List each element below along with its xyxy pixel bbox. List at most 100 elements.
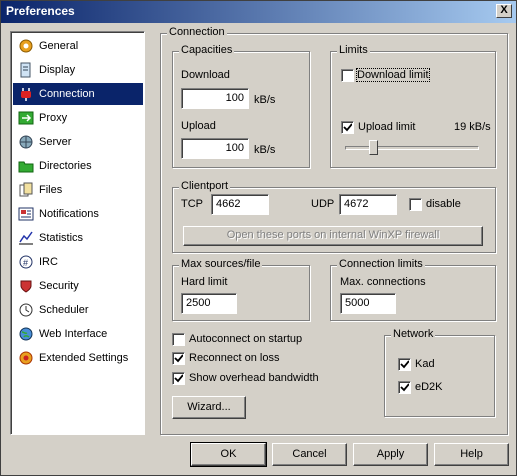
sidebar-item-label: Extended Settings [39,352,129,364]
files-icon [17,182,35,198]
upload-limit-slider-thumb[interactable] [368,140,378,155]
checkmark-icon [174,354,183,363]
disable-udp-checkbox[interactable] [409,198,422,211]
max-connections-label: Max. connections [340,276,426,288]
gear-icon [17,38,35,54]
sidebar-item-files[interactable]: Files [13,179,143,201]
overhead-bandwidth-label[interactable]: Show overhead bandwidth [189,372,319,384]
sidebar-item-label: Security [39,280,79,292]
download-limit-checkbox[interactable] [341,69,354,82]
sidebar-item-web-interface[interactable]: Web Interface [13,323,143,345]
svg-text:#: # [23,258,28,268]
sidebar-item-scheduler[interactable]: Scheduler [13,299,143,321]
ed2k-checkbox[interactable] [398,381,411,394]
connection-group-title: Connection [167,26,227,38]
kad-checkbox[interactable] [398,358,411,371]
cancel-button[interactable]: Cancel [272,443,347,466]
security-icon [17,278,35,294]
reconnect-label[interactable]: Reconnect on loss [189,352,280,364]
download-label: Download [181,69,230,81]
sidebar-item-server[interactable]: Server [13,131,143,153]
network-title: Network [391,328,436,340]
sidebar: General Display Connection Proxy Server [10,31,145,435]
udp-port-input[interactable]: 4672 [339,194,397,215]
checkmark-icon [343,123,352,132]
connection-limits-title: Connection limits [337,258,425,270]
disable-udp-label[interactable]: disable [426,198,461,210]
hard-limit-input[interactable]: 2500 [181,293,237,314]
globe-icon [17,326,35,342]
tcp-port-input[interactable]: 4662 [211,194,269,215]
irc-icon: # [17,254,35,270]
open-firewall-ports-button[interactable]: Open these ports on internal WinXP firew… [183,226,483,246]
hard-limit-label: Hard limit [181,276,228,288]
sidebar-item-security[interactable]: Security [13,275,143,297]
window-title: Preferences [6,4,75,18]
sidebar-item-label: Directories [39,160,92,172]
sidebar-item-label: IRC [39,256,58,268]
folder-icon [17,158,35,174]
upload-limit-slider-track[interactable] [345,146,479,150]
sidebar-item-display[interactable]: Display [13,59,143,81]
sidebar-item-connection[interactable]: Connection [13,83,143,105]
download-capacity-input[interactable]: 100 [181,88,249,109]
max-sources-title: Max sources/file [179,258,263,270]
sidebar-item-label: Connection [39,88,95,100]
sidebar-item-label: Scheduler [39,304,89,316]
udp-label: UDP [311,198,335,210]
clientport-title: Clientport [179,180,231,192]
notification-icon [17,206,35,222]
sidebar-item-label: Web Interface [39,328,108,340]
checkmark-icon [174,374,183,383]
kad-label[interactable]: Kad [415,358,435,370]
help-button[interactable]: Help [434,443,509,466]
proxy-icon [17,110,35,126]
sidebar-item-label: Server [39,136,72,148]
upload-limit-checkbox[interactable] [341,121,354,134]
sidebar-item-label: Display [39,64,76,76]
statistics-icon [17,230,35,246]
sidebar-item-general[interactable]: General [13,35,143,57]
sidebar-item-statistics[interactable]: Statistics [13,227,143,249]
sidebar-item-proxy[interactable]: Proxy [13,107,143,129]
clock-icon [17,302,35,318]
reconnect-checkbox[interactable] [172,352,185,365]
sidebar-item-label: Proxy [39,112,68,124]
sidebar-item-directories[interactable]: Directories [13,155,143,177]
ok-button[interactable]: OK [190,442,267,467]
sidebar-item-label: Statistics [39,232,84,244]
ed2k-label[interactable]: eD2K [415,381,443,393]
preferences-window: Preferences X General Display Connection [0,0,517,476]
display-icon [17,62,35,78]
server-icon [17,134,35,150]
download-unit: kB/s [254,94,276,106]
sidebar-item-label: Notifications [39,208,99,220]
network-group: Network [384,328,495,417]
limits-title: Limits [337,44,370,56]
close-button[interactable]: X [496,4,512,18]
upload-limit-label[interactable]: Upload limit [358,121,415,133]
download-limit-label[interactable]: Download limit [356,68,430,82]
tcp-label: TCP [181,198,203,210]
checkmark-icon [400,360,409,369]
sidebar-item-label: General [39,40,79,52]
autoconnect-label[interactable]: Autoconnect on startup [189,333,302,345]
sidebar-item-extended-settings[interactable]: Extended Settings [13,347,143,369]
capacities-title: Capacities [179,44,235,56]
title-bar[interactable]: Preferences X [1,1,516,23]
upload-limit-value: 19 kB/s [454,121,491,133]
overhead-bandwidth-checkbox[interactable] [172,372,185,385]
sidebar-item-irc[interactable]: # IRC [13,251,143,273]
apply-button[interactable]: Apply [353,443,428,466]
max-connections-input[interactable]: 5000 [340,293,396,314]
sidebar-item-notifications[interactable]: Notifications [13,203,143,225]
upload-label: Upload [181,120,216,132]
upload-capacity-input[interactable]: 100 [181,138,249,159]
plug-icon [17,86,35,102]
checkmark-icon [400,383,409,392]
sidebar-item-label: Files [39,184,63,196]
upload-unit: kB/s [254,144,276,156]
autoconnect-checkbox[interactable] [172,333,185,346]
wizard-button[interactable]: Wizard... [172,396,246,419]
extended-settings-icon [17,350,35,366]
